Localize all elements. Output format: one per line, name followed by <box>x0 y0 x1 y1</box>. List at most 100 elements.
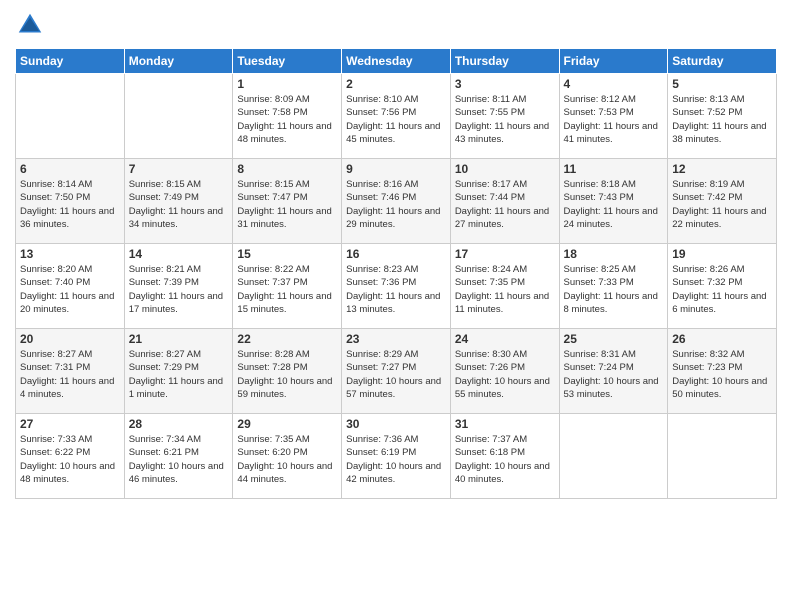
day-number: 8 <box>237 162 337 176</box>
day-info: Sunrise: 8:26 AM Sunset: 7:32 PM Dayligh… <box>672 263 772 316</box>
day-info: Sunrise: 7:34 AM Sunset: 6:21 PM Dayligh… <box>129 433 229 486</box>
day-number: 11 <box>564 162 664 176</box>
day-number: 17 <box>455 247 555 261</box>
day-info: Sunrise: 7:35 AM Sunset: 6:20 PM Dayligh… <box>237 433 337 486</box>
weekday-header-thursday: Thursday <box>450 49 559 74</box>
calendar-cell: 14Sunrise: 8:21 AM Sunset: 7:39 PM Dayli… <box>124 244 233 329</box>
day-number: 24 <box>455 332 555 346</box>
day-number: 31 <box>455 417 555 431</box>
day-number: 23 <box>346 332 446 346</box>
day-info: Sunrise: 8:28 AM Sunset: 7:28 PM Dayligh… <box>237 348 337 401</box>
logo <box>15 10 49 40</box>
calendar-week-2: 6 Sunrise: 8:14 AM Sunset: 7:50 PM Daylig… <box>16 159 777 244</box>
day-info: Sunrise: 8:11 AM Sunset: 7:55 PM Dayligh… <box>455 93 555 146</box>
calendar-cell: 10Sunrise: 8:17 AM Sunset: 7:44 PM Dayli… <box>450 159 559 244</box>
day-info: Sunrise: 8:15 AM Sunset: 7:49 PM Dayligh… <box>129 178 229 231</box>
day-info: Sunrise: 8:30 AM Sunset: 7:26 PM Dayligh… <box>455 348 555 401</box>
day-number: 5 <box>672 77 772 91</box>
calendar-cell: 16 Sunrise: 8:23 AM Sunset: 7:36 PM Dayli… <box>342 244 451 329</box>
day-info: Sunrise: 8:22 AM Sunset: 7:37 PM Dayligh… <box>237 263 337 316</box>
day-info: Sunrise: 8:19 AM Sunset: 7:42 PM Dayligh… <box>672 178 772 231</box>
calendar-cell <box>559 414 668 499</box>
day-number: 26 <box>672 332 772 346</box>
calendar-week-1: 1 Sunrise: 8:09 AM Sunset: 7:58 PM Daylig… <box>16 74 777 159</box>
day-number: 13 <box>20 247 120 261</box>
calendar-week-4: 20Sunrise: 8:27 AM Sunset: 7:31 PM Dayli… <box>16 329 777 414</box>
calendar-cell: 18 Sunrise: 8:25 AM Sunset: 7:33 PM Dayli… <box>559 244 668 329</box>
day-number: 7 <box>129 162 229 176</box>
day-number: 16 <box>346 247 446 261</box>
weekday-header-friday: Friday <box>559 49 668 74</box>
weekday-row: SundayMondayTuesdayWednesdayThursdayFrid… <box>16 49 777 74</box>
calendar-cell: 25 Sunrise: 8:31 AM Sunset: 7:24 PM Dayli… <box>559 329 668 414</box>
day-number: 28 <box>129 417 229 431</box>
calendar-cell <box>124 74 233 159</box>
day-number: 4 <box>564 77 664 91</box>
day-info: Sunrise: 8:27 AM Sunset: 7:31 PM Dayligh… <box>20 348 120 401</box>
day-info: Sunrise: 8:23 AM Sunset: 7:36 PM Dayligh… <box>346 263 446 316</box>
day-number: 29 <box>237 417 337 431</box>
calendar-cell: 2 Sunrise: 8:10 AM Sunset: 7:56 PM Daylig… <box>342 74 451 159</box>
day-info: Sunrise: 8:20 AM Sunset: 7:40 PM Dayligh… <box>20 263 120 316</box>
calendar-cell: 5 Sunrise: 8:13 AM Sunset: 7:52 PM Daylig… <box>668 74 777 159</box>
day-number: 18 <box>564 247 664 261</box>
calendar-cell: 27 Sunrise: 7:33 AM Sunset: 6:22 PM Dayli… <box>16 414 125 499</box>
day-info: Sunrise: 8:25 AM Sunset: 7:33 PM Dayligh… <box>564 263 664 316</box>
header <box>15 10 777 40</box>
calendar-week-5: 27 Sunrise: 7:33 AM Sunset: 6:22 PM Dayli… <box>16 414 777 499</box>
weekday-header-saturday: Saturday <box>668 49 777 74</box>
calendar-cell: 8 Sunrise: 8:15 AM Sunset: 7:47 PM Daylig… <box>233 159 342 244</box>
calendar-cell: 7 Sunrise: 8:15 AM Sunset: 7:49 PM Daylig… <box>124 159 233 244</box>
calendar-cell: 9Sunrise: 8:16 AM Sunset: 7:46 PM Daylig… <box>342 159 451 244</box>
day-number: 25 <box>564 332 664 346</box>
day-info: Sunrise: 8:14 AM Sunset: 7:50 PM Dayligh… <box>20 178 120 231</box>
day-info: Sunrise: 8:12 AM Sunset: 7:53 PM Dayligh… <box>564 93 664 146</box>
day-number: 2 <box>346 77 446 91</box>
calendar-cell: 31 Sunrise: 7:37 AM Sunset: 6:18 PM Dayli… <box>450 414 559 499</box>
day-info: Sunrise: 8:10 AM Sunset: 7:56 PM Dayligh… <box>346 93 446 146</box>
day-number: 3 <box>455 77 555 91</box>
day-info: Sunrise: 8:21 AM Sunset: 7:39 PM Dayligh… <box>129 263 229 316</box>
day-number: 27 <box>20 417 120 431</box>
weekday-header-monday: Monday <box>124 49 233 74</box>
calendar-cell: 30Sunrise: 7:36 AM Sunset: 6:19 PM Dayli… <box>342 414 451 499</box>
day-number: 15 <box>237 247 337 261</box>
day-info: Sunrise: 8:24 AM Sunset: 7:35 PM Dayligh… <box>455 263 555 316</box>
calendar-cell: 3 Sunrise: 8:11 AM Sunset: 7:55 PM Daylig… <box>450 74 559 159</box>
calendar-cell: 20Sunrise: 8:27 AM Sunset: 7:31 PM Dayli… <box>16 329 125 414</box>
day-info: Sunrise: 8:16 AM Sunset: 7:46 PM Dayligh… <box>346 178 446 231</box>
calendar-cell: 26 Sunrise: 8:32 AM Sunset: 7:23 PM Dayli… <box>668 329 777 414</box>
day-info: Sunrise: 7:36 AM Sunset: 6:19 PM Dayligh… <box>346 433 446 486</box>
day-info: Sunrise: 7:37 AM Sunset: 6:18 PM Dayligh… <box>455 433 555 486</box>
weekday-header-tuesday: Tuesday <box>233 49 342 74</box>
day-info: Sunrise: 8:32 AM Sunset: 7:23 PM Dayligh… <box>672 348 772 401</box>
calendar-cell: 28 Sunrise: 7:34 AM Sunset: 6:21 PM Dayli… <box>124 414 233 499</box>
calendar-cell: 29 Sunrise: 7:35 AM Sunset: 6:20 PM Dayli… <box>233 414 342 499</box>
day-info: Sunrise: 8:13 AM Sunset: 7:52 PM Dayligh… <box>672 93 772 146</box>
day-info: Sunrise: 8:17 AM Sunset: 7:44 PM Dayligh… <box>455 178 555 231</box>
calendar-cell: 17 Sunrise: 8:24 AM Sunset: 7:35 PM Dayli… <box>450 244 559 329</box>
day-number: 21 <box>129 332 229 346</box>
calendar-cell <box>16 74 125 159</box>
calendar-cell: 23Sunrise: 8:29 AM Sunset: 7:27 PM Dayli… <box>342 329 451 414</box>
calendar-cell <box>668 414 777 499</box>
day-info: Sunrise: 8:31 AM Sunset: 7:24 PM Dayligh… <box>564 348 664 401</box>
calendar-cell: 12 Sunrise: 8:19 AM Sunset: 7:42 PM Dayli… <box>668 159 777 244</box>
day-number: 12 <box>672 162 772 176</box>
day-info: Sunrise: 8:09 AM Sunset: 7:58 PM Dayligh… <box>237 93 337 146</box>
calendar-header: SundayMondayTuesdayWednesdayThursdayFrid… <box>16 49 777 74</box>
calendar-cell: 19Sunrise: 8:26 AM Sunset: 7:32 PM Dayli… <box>668 244 777 329</box>
calendar-cell: 21Sunrise: 8:27 AM Sunset: 7:29 PM Dayli… <box>124 329 233 414</box>
day-info: Sunrise: 7:33 AM Sunset: 6:22 PM Dayligh… <box>20 433 120 486</box>
weekday-header-wednesday: Wednesday <box>342 49 451 74</box>
calendar-cell: 6 Sunrise: 8:14 AM Sunset: 7:50 PM Daylig… <box>16 159 125 244</box>
day-number: 22 <box>237 332 337 346</box>
calendar-cell: 1 Sunrise: 8:09 AM Sunset: 7:58 PM Daylig… <box>233 74 342 159</box>
day-number: 1 <box>237 77 337 91</box>
day-info: Sunrise: 8:15 AM Sunset: 7:47 PM Dayligh… <box>237 178 337 231</box>
day-info: Sunrise: 8:18 AM Sunset: 7:43 PM Dayligh… <box>564 178 664 231</box>
calendar-cell: 22 Sunrise: 8:28 AM Sunset: 7:28 PM Dayli… <box>233 329 342 414</box>
day-number: 6 <box>20 162 120 176</box>
calendar-cell: 13 Sunrise: 8:20 AM Sunset: 7:40 PM Dayli… <box>16 244 125 329</box>
calendar-cell: 15 Sunrise: 8:22 AM Sunset: 7:37 PM Dayli… <box>233 244 342 329</box>
